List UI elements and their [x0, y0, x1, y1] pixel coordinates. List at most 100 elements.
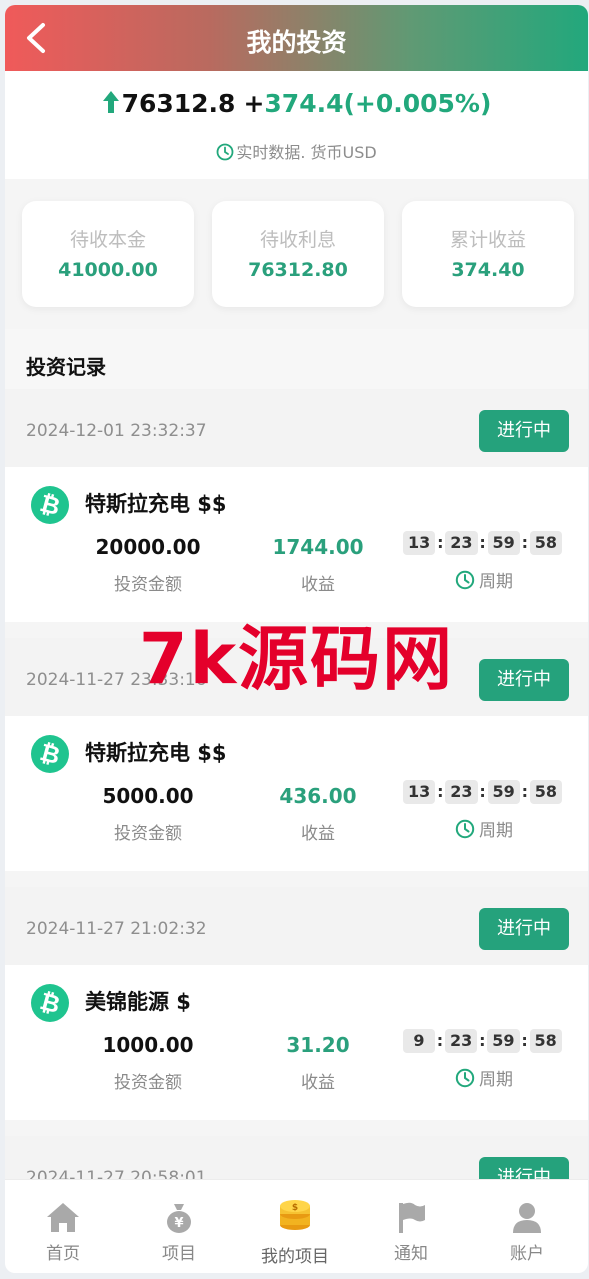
record-profit-label: 收益	[301, 1073, 335, 1093]
record-profit-label: 收益	[301, 575, 335, 595]
summary-change-prefix: +	[243, 89, 265, 118]
stat-label: 待收本金	[69, 229, 146, 251]
summary-total: 76312.8	[121, 89, 236, 118]
money-bag-icon: ¥	[167, 1204, 191, 1233]
record-product-name: 美锦能源 $	[85, 990, 191, 1014]
clock-icon	[455, 1068, 475, 1088]
flag-icon	[399, 1202, 425, 1233]
summary-change: 374.4(+0.005%)	[264, 89, 492, 118]
bitcoin-icon: ₿	[31, 984, 69, 1022]
record-amount-label: 投资金额	[114, 575, 182, 595]
record-amount: 20000.00	[95, 535, 201, 559]
record-body[interactable]: ₿ 美锦能源 $ 1000.00 投资金额 31.20 收益 9:23:59:5…	[5, 965, 588, 1120]
bottom-nav: 首页 ¥ 项目 $ 我的项目 通知 账户	[5, 1179, 588, 1273]
timer-separator: :	[437, 533, 444, 552]
timer-separator: :	[521, 533, 528, 552]
nav-item-notifications[interactable]: 通知	[353, 1180, 469, 1273]
investment-summary: 76312.8 +374.4(+0.005%) 实时数据. 货币USD	[5, 71, 588, 179]
record-amount: 1000.00	[102, 1033, 194, 1057]
investment-record: 2024-12-01 23:32:37 进行中 ₿ 特斯拉充电 $$ 20000…	[5, 389, 588, 638]
timer-hours: 23	[445, 1029, 478, 1053]
timer-seconds: 58	[529, 531, 563, 555]
nav-item-home[interactable]: 首页	[5, 1180, 121, 1273]
page-title: 我的投资	[246, 28, 347, 57]
timer-minutes: 59	[487, 531, 520, 555]
section-title: 投资记录	[5, 329, 588, 389]
summary-total-line: 76312.8 +374.4(+0.005%)	[5, 89, 588, 118]
watermark: 7k源码网	[138, 618, 455, 700]
summary-subtitle-line: 实时数据. 货币USD	[5, 139, 588, 163]
up-arrow-icon	[102, 91, 119, 113]
stat-card-principal: 待收本金 41000.00	[22, 201, 194, 307]
nav-label: 我的项目	[261, 1247, 329, 1267]
timer-days: 13	[403, 780, 436, 804]
nav-item-account[interactable]: 账户	[469, 1180, 585, 1273]
record-amount-label: 投资金额	[114, 824, 182, 844]
timer-separator: :	[479, 782, 486, 801]
app-frame: 我的投资 76312.8 +374.4(+0.005%) 实时数据. 货币USD …	[5, 5, 588, 1273]
timer-days: 9	[403, 1029, 435, 1053]
record-profit: 1744.00	[272, 535, 364, 559]
record-profit: 436.00	[279, 784, 357, 808]
nav-label: 通知	[394, 1244, 428, 1264]
record-period: 周期	[455, 567, 513, 592]
bitcoin-icon: ₿	[31, 486, 69, 524]
record-body[interactable]: ₿ 特斯拉充电 $$ 20000.00 投资金额 1744.00 收益 13:2…	[5, 467, 588, 622]
record-header: 2024-11-27 21:02:32 进行中	[5, 887, 588, 965]
record-product-name: 特斯拉充电 $$	[85, 492, 227, 516]
stat-label: 累计收益	[449, 229, 526, 251]
record-header: 2024-12-01 23:32:37 进行中	[5, 389, 588, 467]
status-button[interactable]: 进行中	[479, 410, 569, 452]
record-period: 周期	[455, 1065, 513, 1090]
stat-card-interest: 待收利息 76312.80	[212, 201, 384, 307]
bitcoin-icon: ₿	[31, 735, 69, 773]
timer-separator: :	[521, 782, 528, 801]
record-profit-label: 收益	[301, 824, 335, 844]
record-amount: 5000.00	[102, 784, 194, 808]
clock-icon	[455, 819, 475, 839]
timer-hours: 23	[445, 780, 478, 804]
stat-label: 待收利息	[259, 229, 336, 251]
timer-separator: :	[436, 1031, 444, 1050]
record-date: 2024-12-01 23:32:37	[26, 421, 207, 441]
stat-value: 41000.00	[58, 259, 158, 281]
record-period-label: 周期	[479, 572, 513, 592]
timer-separator: :	[437, 782, 444, 801]
home-icon	[47, 1203, 79, 1232]
stats-row: 待收本金 41000.00 待收利息 76312.80 累计收益 374.40	[5, 179, 588, 329]
status-button[interactable]: 进行中	[479, 908, 569, 950]
record-period-label: 周期	[479, 821, 513, 841]
timer-minutes: 59	[487, 1029, 520, 1053]
record-profit: 31.20	[286, 1033, 350, 1057]
record-product-name: 特斯拉充电 $$	[85, 741, 227, 765]
nav-label: 首页	[46, 1244, 80, 1264]
svg-text:$: $	[292, 1203, 298, 1213]
investment-record: 2024-11-27 21:02:32 进行中 ₿ 美锦能源 $ 1000.00…	[5, 887, 588, 1136]
coins-icon: $	[280, 1200, 310, 1230]
record-date: 2024-11-27 21:02:32	[26, 919, 207, 939]
record-body[interactable]: ₿ 特斯拉充电 $$ 5000.00 投资金额 436.00 收益 13:23:…	[5, 716, 588, 871]
stat-value: 374.40	[451, 259, 525, 281]
timer-separator: :	[479, 1031, 486, 1050]
countdown-timer: 13:23:59:58	[403, 531, 563, 555]
clock-icon	[216, 143, 234, 161]
timer-days: 13	[403, 531, 436, 555]
nav-item-my-projects[interactable]: $ 我的项目	[237, 1180, 353, 1273]
nav-item-projects[interactable]: ¥ 项目	[121, 1180, 237, 1273]
svg-text:¥: ¥	[174, 1216, 183, 1231]
record-amount-label: 投资金额	[114, 1073, 182, 1093]
stat-value: 76312.80	[248, 259, 348, 281]
clock-icon	[455, 570, 475, 590]
nav-label: 账户	[510, 1244, 544, 1264]
timer-seconds: 58	[529, 780, 563, 804]
countdown-timer: 13:23:59:58	[403, 780, 563, 804]
timer-seconds: 58	[529, 1029, 562, 1053]
record-period: 周期	[455, 816, 513, 841]
timer-minutes: 59	[487, 780, 520, 804]
stat-card-earnings: 累计收益 374.40	[402, 201, 574, 307]
timer-separator: :	[479, 533, 486, 552]
nav-label: 项目	[162, 1244, 196, 1264]
timer-hours: 23	[445, 531, 478, 555]
summary-subtitle: 实时数据. 货币USD	[236, 143, 377, 162]
record-period-label: 周期	[479, 1070, 513, 1090]
